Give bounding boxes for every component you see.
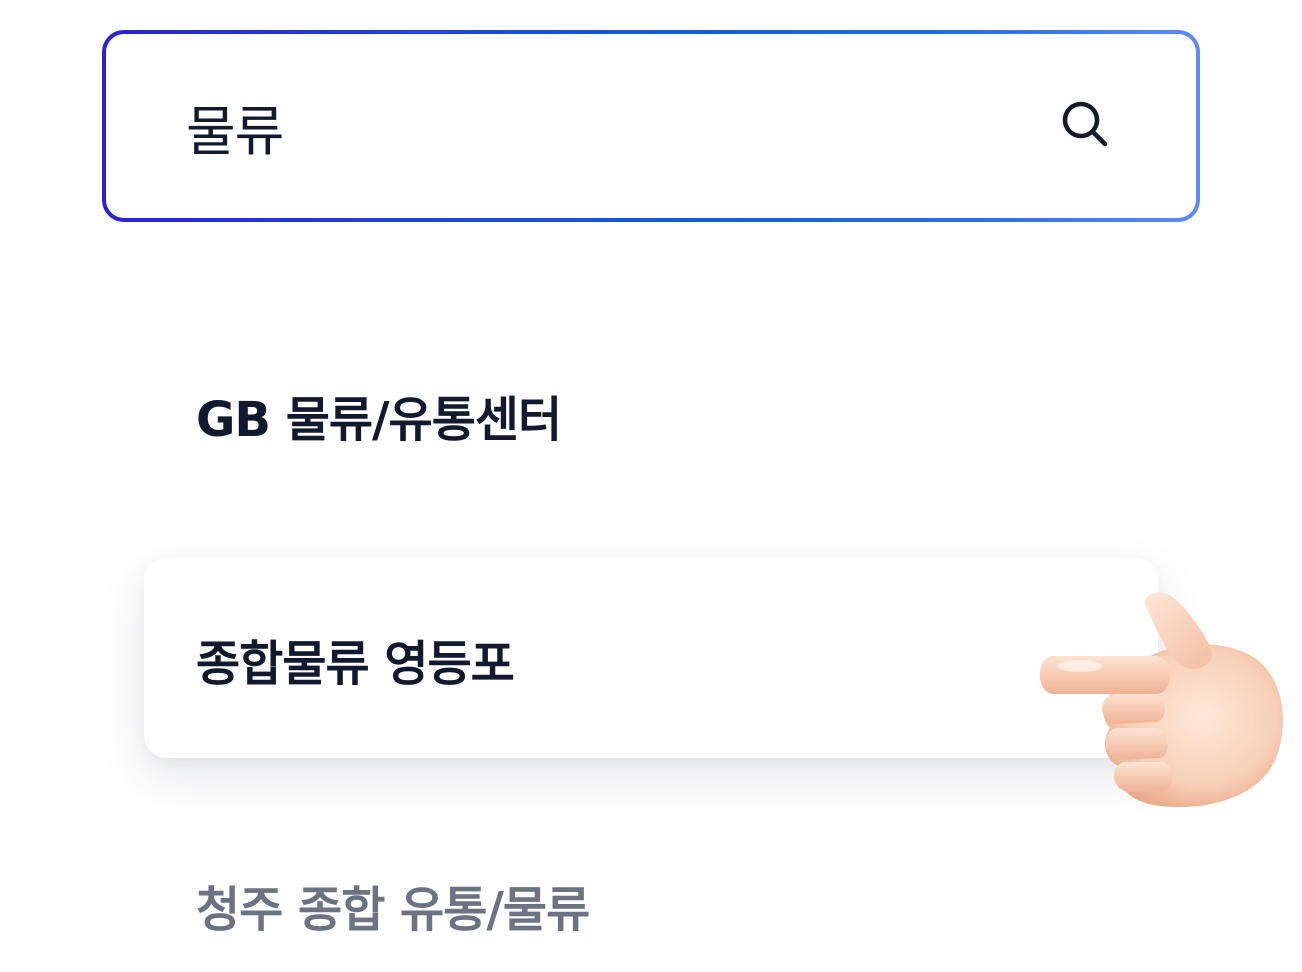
search-icon[interactable] bbox=[1056, 95, 1118, 157]
search-field-inner[interactable]: 물류 bbox=[106, 34, 1196, 218]
search-input[interactable]: 물류 bbox=[186, 87, 1056, 166]
search-result-item[interactable]: GB 물류/유통센터 bbox=[196, 380, 562, 450]
search-result-item-highlighted[interactable]: 종합물류 영등포 bbox=[144, 558, 1158, 758]
search-field[interactable]: 물류 bbox=[102, 30, 1200, 222]
search-result-label: 종합물류 영등포 bbox=[196, 636, 515, 692]
search-result-item[interactable]: 청주 종합 유통/물류 bbox=[196, 870, 590, 940]
search-results-screen: 물류 GB 물류/유통센터 종합물류 영등포 청주 종합 유통/물류 bbox=[0, 0, 1302, 972]
pointing-hand-icon bbox=[1036, 590, 1290, 814]
